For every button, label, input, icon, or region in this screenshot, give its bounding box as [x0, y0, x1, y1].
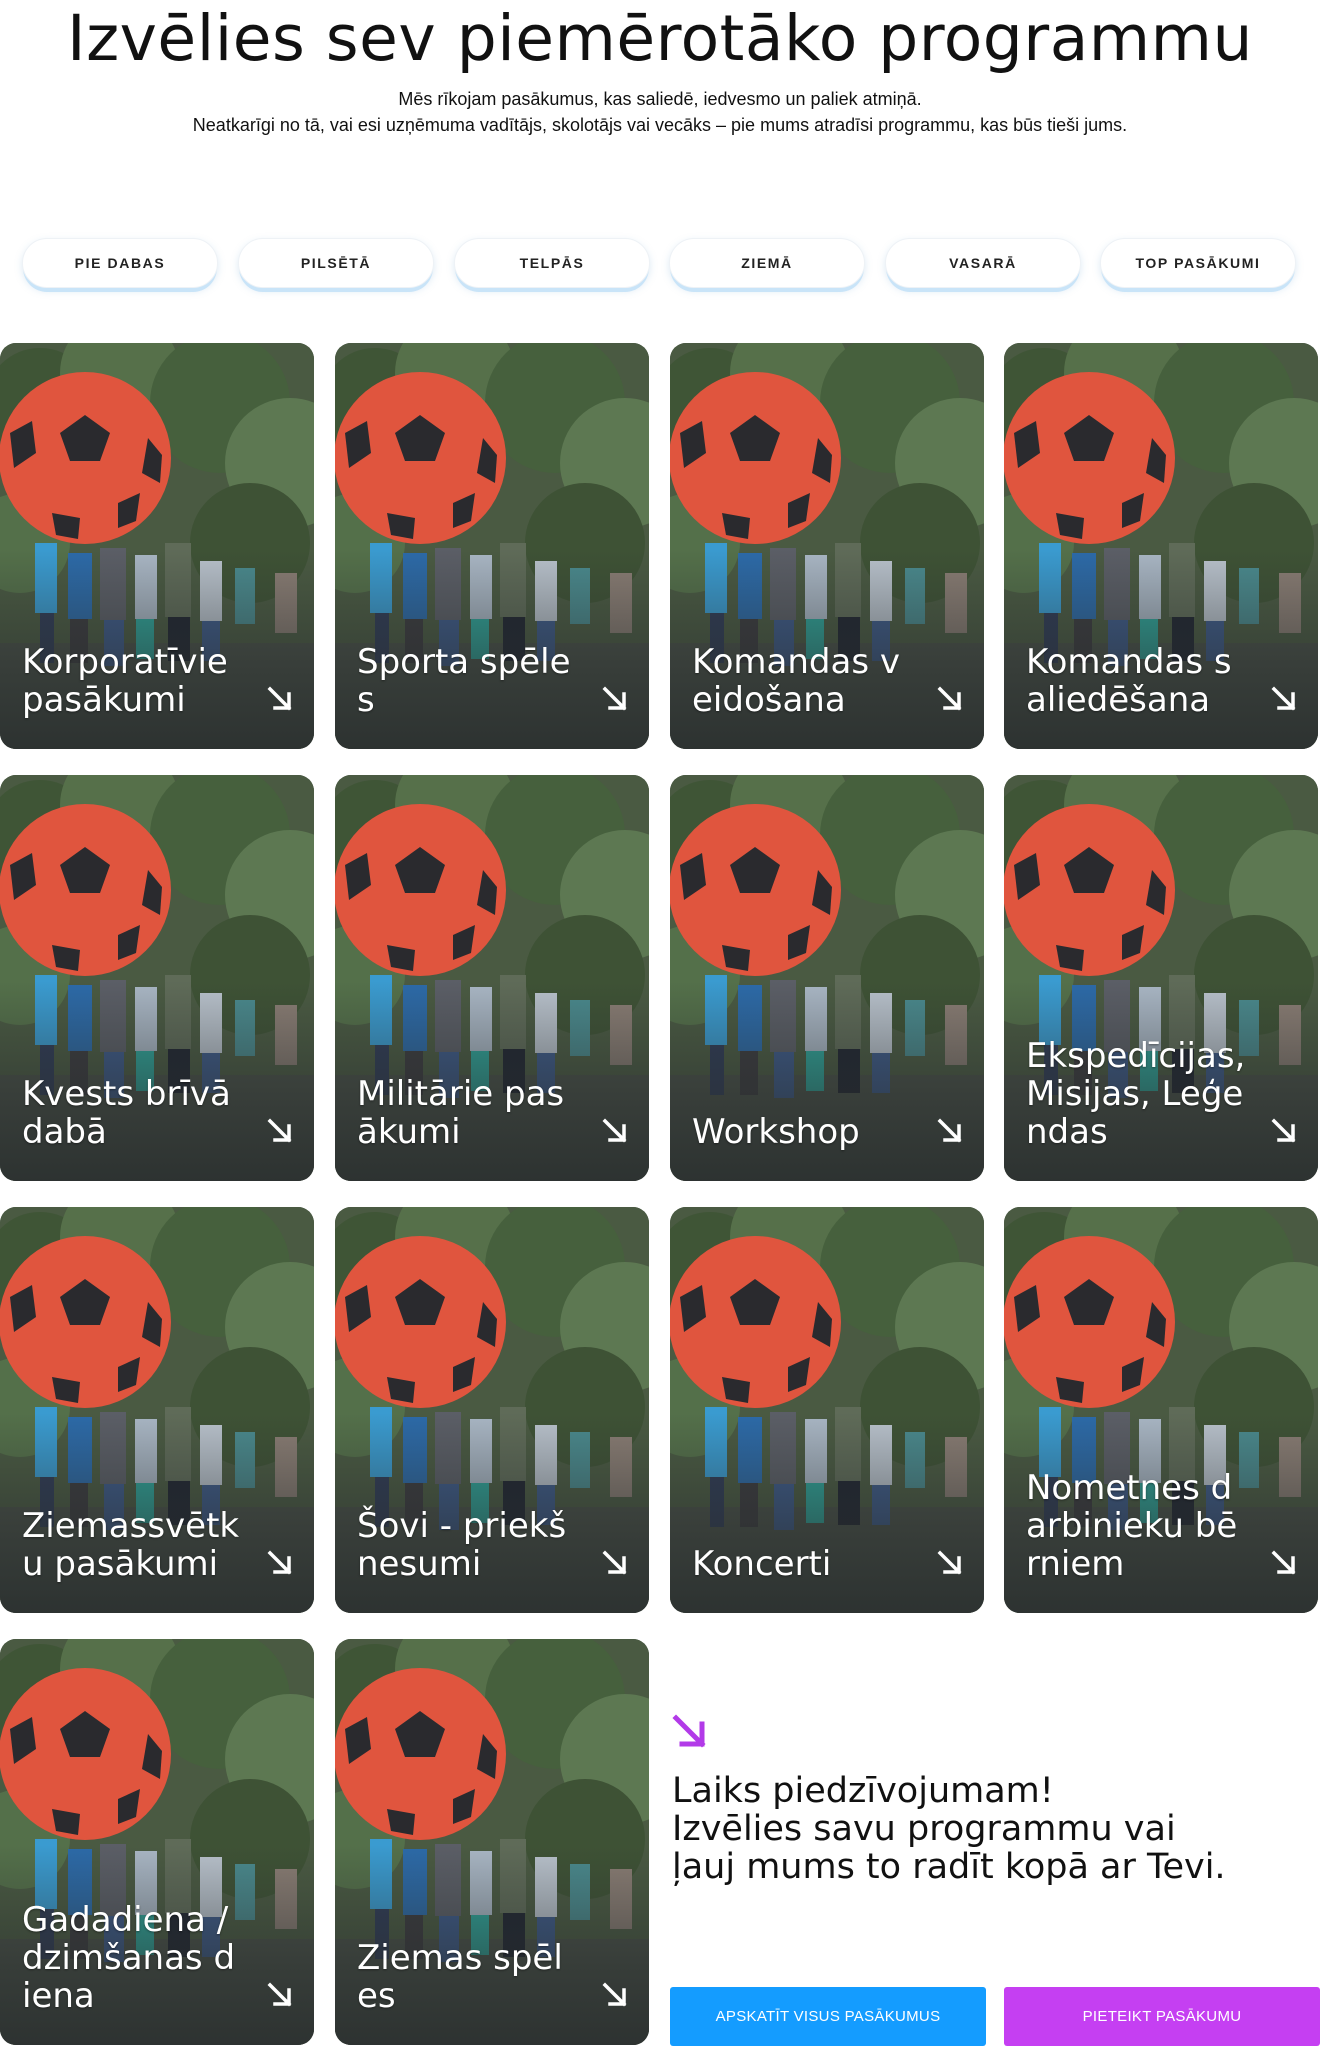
card-label: Šovi - priekšnesumi	[357, 1506, 567, 1584]
card-workshop[interactable]: Workshop	[670, 775, 984, 1181]
arrow-down-right-icon	[602, 1550, 627, 1575]
arrow-down-right-icon	[1271, 1550, 1296, 1575]
filter-pilseta[interactable]: PILSĒTĀ	[238, 238, 434, 288]
arrow-down-right-icon	[267, 1550, 292, 1575]
filter-pie-dabas[interactable]: PIE DABAS	[22, 238, 218, 288]
arrow-down-right-icon	[267, 1118, 292, 1143]
card-label: Komandas saliedēšana	[1026, 642, 1232, 720]
arrow-down-right-icon	[602, 1118, 627, 1143]
card-ziemassvetku-pasakumi[interactable]: Ziemassvētku pasākumi	[0, 1207, 314, 1613]
arrow-down-right-icon	[602, 1982, 627, 2007]
card-ziemas-speles[interactable]: Ziemas spēles	[335, 1639, 649, 2045]
card-label: Kvests brīvā dabā	[22, 1074, 231, 1152]
card-label: Militārie pasākumi	[357, 1074, 565, 1152]
cta-line-3: ļauj mums to radīt kopā ar Tevi.	[672, 1847, 1226, 1887]
card-sovi-prieksnesumi[interactable]: Šovi - priekšnesumi	[335, 1207, 649, 1613]
card-label: Komandas veidošana	[692, 642, 900, 720]
filter-vasara[interactable]: VASARĀ	[885, 238, 1081, 288]
card-komandas-veidosana[interactable]: Komandas veidošana	[670, 343, 984, 749]
card-kvests-briva-daba[interactable]: Kvests brīvā dabā	[0, 775, 314, 1181]
page-title: Izvēlies sev piemērotāko programmu	[67, 2, 1253, 75]
card-ekspedicijas[interactable]: Ekspedīcijas, Misijas, Leģendas	[1004, 775, 1318, 1181]
filter-ziema[interactable]: ZIEMĀ	[669, 238, 865, 288]
card-label: Workshop	[692, 1112, 860, 1152]
card-label: Koncerti	[692, 1544, 832, 1584]
card-label: Sporta spēles	[357, 642, 571, 720]
arrow-down-right-icon	[267, 1982, 292, 2007]
arrow-down-right-icon	[672, 1714, 706, 1748]
filter-telpas[interactable]: TELPĀS	[454, 238, 650, 288]
arrow-down-right-icon	[1271, 1118, 1296, 1143]
card-sporta-speles[interactable]: Sporta spēles	[335, 343, 649, 749]
cta-line-2: Izvēlies savu programmu vai	[672, 1809, 1176, 1849]
card-label: Gadadiena / dzimšanas diena	[22, 1900, 236, 2016]
cta-text: Laiks piedzīvojumam! Izvēlies savu progr…	[672, 1772, 1312, 1886]
arrow-down-right-icon	[602, 686, 627, 711]
apply-event-button[interactable]: PIETEIKT PASĀKUMU	[1004, 1987, 1320, 2046]
card-koncerti[interactable]: Koncerti	[670, 1207, 984, 1613]
intro-line-1: Mēs rīkojam pasākumus, kas saliedē, iedv…	[398, 89, 922, 109]
card-label: Ziemassvētku pasākumi	[22, 1506, 240, 1584]
card-label: Ekspedīcijas, Misijas, Leģendas	[1026, 1036, 1246, 1152]
intro-line-2: Neatkarīgi no tā, vai esi uzņēmuma vadīt…	[192, 115, 1128, 135]
arrow-down-right-icon	[1271, 686, 1296, 711]
card-gadadiena[interactable]: Gadadiena / dzimšanas diena	[0, 1639, 314, 2045]
arrow-down-right-icon	[937, 1118, 962, 1143]
card-militarie-pasakumi[interactable]: Militārie pasākumi	[335, 775, 649, 1181]
card-label: Korporatīvie pasākumi	[22, 642, 228, 720]
card-nometnes[interactable]: Nometnes darbinieku bērniem	[1004, 1207, 1318, 1613]
arrow-down-right-icon	[937, 1550, 962, 1575]
card-label: Nometnes darbinieku bērniem	[1026, 1468, 1238, 1584]
arrow-down-right-icon	[267, 686, 292, 711]
cta-line-1: Laiks piedzīvojumam!	[672, 1771, 1054, 1811]
filter-bar: PIE DABAS PILSĒTĀ TELPĀS ZIEMĀ VASARĀ TO…	[0, 238, 1320, 290]
card-label: Ziemas spēles	[357, 1938, 563, 2016]
filter-top-pasakumi[interactable]: TOP PASĀKUMI	[1100, 238, 1296, 288]
arrow-down-right-icon	[937, 686, 962, 711]
card-korporativie-pasakumi[interactable]: Korporatīvie pasākumi	[0, 343, 314, 749]
card-komandas-saliedesana[interactable]: Komandas saliedēšana	[1004, 343, 1318, 749]
view-all-events-button[interactable]: APSKATĪT VISUS PASĀKUMUS	[670, 1987, 986, 2046]
